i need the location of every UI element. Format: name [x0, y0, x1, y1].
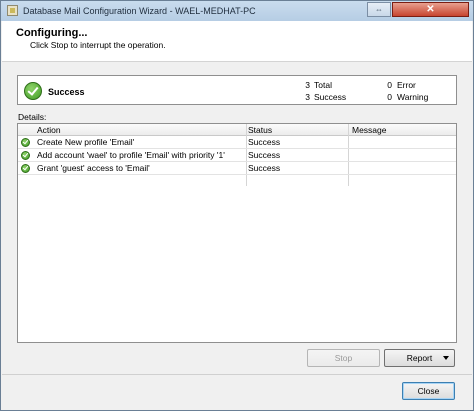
summary-panel: Success 3 Total 3 Success 0 Error 0 Warn… — [17, 75, 457, 105]
wizard-header: Configuring... Click Stop to interrupt t… — [2, 21, 472, 62]
row-status: Success — [248, 137, 281, 147]
check-circle-icon — [21, 151, 30, 160]
check-circle-icon — [21, 164, 30, 173]
summary-status: Success — [48, 87, 85, 97]
success-label: Success — [314, 92, 347, 102]
dropdown-arrow-icon — [443, 356, 449, 360]
warning-label: Warning — [397, 92, 429, 102]
title-bar[interactable]: Database Mail Configuration Wizard - WAE… — [1, 1, 473, 21]
page-subtitle: Click Stop to interrupt the operation. — [30, 40, 166, 50]
row-status: Success — [248, 163, 281, 173]
success-count: 3 — [305, 92, 310, 102]
column-status[interactable]: Status — [248, 125, 272, 135]
app-icon — [7, 5, 18, 16]
details-grid[interactable]: Action Status Message Create New profile… — [17, 123, 457, 343]
window-title: Database Mail Configuration Wizard - WAE… — [23, 6, 256, 16]
table-row[interactable]: Grant 'guest' access to 'Email' Success — [18, 162, 456, 175]
details-label: Details: — [18, 112, 47, 122]
column-action[interactable]: Action — [37, 125, 61, 135]
footer-divider — [2, 374, 472, 375]
error-count: 0 — [387, 80, 392, 90]
check-circle-icon — [24, 82, 42, 100]
page-title: Configuring... — [16, 27, 88, 39]
maximize-button[interactable]: ⇔ — [367, 2, 391, 17]
window-close-button[interactable]: ✕ — [392, 2, 469, 17]
total-count: 3 — [305, 80, 310, 90]
row-action: Grant 'guest' access to 'Email' — [37, 163, 150, 173]
stop-button[interactable]: Stop — [307, 349, 380, 367]
row-action: Add account 'wael' to profile 'Email' wi… — [37, 150, 225, 160]
table-row[interactable]: Add account 'wael' to profile 'Email' wi… — [18, 149, 456, 162]
row-action: Create New profile 'Email' — [37, 137, 135, 147]
row-status: Success — [248, 150, 281, 160]
column-message[interactable]: Message — [352, 125, 387, 135]
grid-header: Action Status Message — [18, 124, 456, 136]
report-button[interactable]: Report — [384, 349, 455, 367]
close-button[interactable]: Close — [402, 382, 455, 400]
report-button-label: Report — [406, 353, 433, 363]
total-label: Total — [314, 80, 332, 90]
wizard-window: Database Mail Configuration Wizard - WAE… — [0, 0, 474, 411]
table-row[interactable]: Create New profile 'Email' Success — [18, 136, 456, 149]
error-label: Error — [397, 80, 416, 90]
check-circle-icon — [21, 138, 30, 147]
warning-count: 0 — [387, 92, 392, 102]
